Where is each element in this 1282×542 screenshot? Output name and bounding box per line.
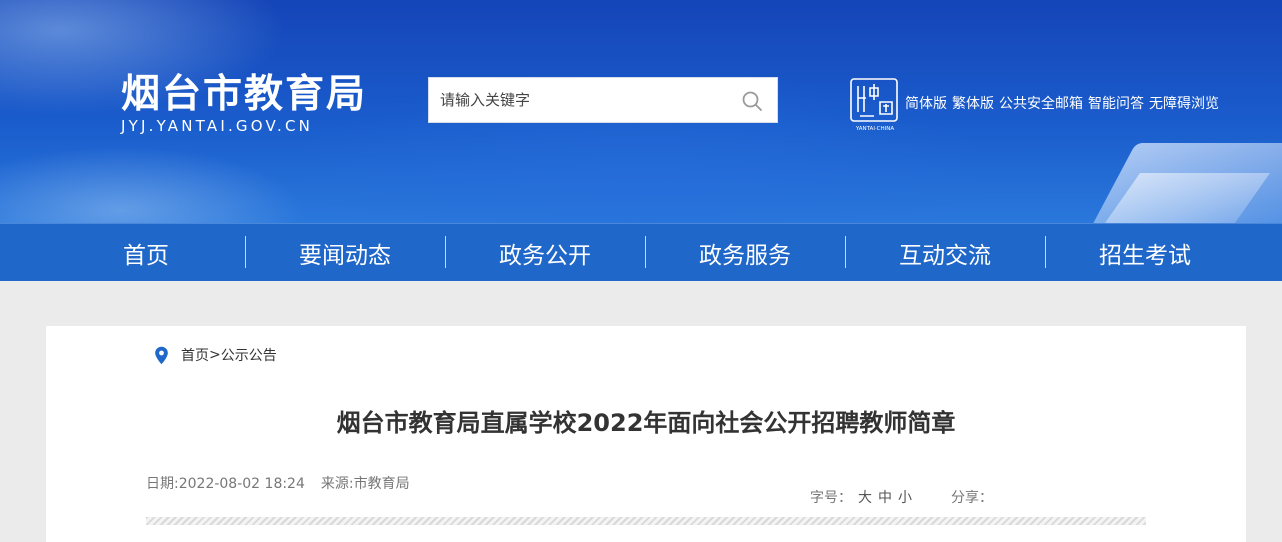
link-traditional[interactable]: 繁体版	[952, 93, 994, 113]
breadcrumb-current[interactable]: 公示公告	[221, 345, 277, 365]
nav-item-interaction[interactable]: 互动交流	[870, 224, 1020, 282]
site-domain: JYJ.YANTAI.GOV.CN	[121, 117, 314, 135]
article-title: 烟台市教育局直属学校2022年面向社会公开招聘教师简章	[336, 409, 956, 437]
link-simplified[interactable]: 简体版	[905, 93, 947, 113]
font-size-large[interactable]: 大	[858, 487, 872, 507]
date-label: 日期:	[146, 476, 179, 492]
main-nav: 首页 要闻动态 政务公开 政务服务 互动交流 招生考试	[0, 223, 1282, 281]
font-size-label: 字号：	[810, 490, 852, 506]
breadcrumb-separator: >	[209, 347, 221, 363]
nav-separator	[1045, 236, 1046, 268]
svg-text:YANTAI·CHINA: YANTAI·CHINA	[855, 126, 895, 132]
nav-item-government-affairs[interactable]: 政务公开	[470, 224, 620, 282]
article-source: 来源:市教育局	[321, 473, 410, 493]
search-icon[interactable]	[741, 90, 763, 112]
article-card: 首页 > 公示公告 烟台市教育局直属学校2022年面向社会公开招聘教师简章 日期…	[46, 326, 1246, 542]
nav-item-government-services[interactable]: 政务服务	[670, 224, 820, 282]
site-title[interactable]: 烟台市教育局	[121, 72, 367, 118]
article-meta: 日期:2022-08-02 18:24 来源:市教育局	[146, 473, 410, 493]
yantai-china-seal-icon: YANTAI·CHINA	[850, 78, 898, 132]
nav-item-home[interactable]: 首页	[96, 224, 196, 282]
nav-item-enrollment-exams[interactable]: 招生考试	[1070, 224, 1220, 282]
search-box	[428, 77, 778, 123]
article-date: 日期:2022-08-02 18:24	[146, 473, 305, 493]
article-divider	[146, 517, 1146, 525]
font-size-control: 字号： 大 中 小	[810, 487, 912, 507]
nav-separator	[245, 236, 246, 268]
date-value: 2022-08-02 18:24	[178, 476, 305, 492]
link-public-safety-mailbox[interactable]: 公共安全邮箱	[999, 93, 1083, 113]
breadcrumb-home[interactable]: 首页	[181, 345, 209, 365]
location-pin-icon	[155, 346, 168, 364]
font-size-medium[interactable]: 中	[878, 487, 892, 507]
search-input[interactable]	[429, 78, 729, 122]
top-links: 简体版 繁体版 公共安全邮箱 智能问答 无障碍浏览	[905, 93, 1219, 113]
nav-separator	[445, 236, 446, 268]
font-size-small[interactable]: 小	[898, 487, 912, 507]
share-label: 分享：	[951, 490, 993, 506]
header-banner: 烟台市教育局 JYJ.YANTAI.GOV.CN YANTAI·CHINA 简体…	[0, 0, 1282, 223]
nav-separator	[645, 236, 646, 268]
source-value: 市教育局	[353, 476, 410, 492]
source-label: 来源:	[320, 476, 354, 492]
link-accessibility[interactable]: 无障碍浏览	[1149, 93, 1219, 113]
nav-item-news[interactable]: 要闻动态	[270, 224, 420, 282]
breadcrumb: 首页 > 公示公告	[154, 345, 277, 365]
nav-separator	[845, 236, 846, 268]
link-smart-qa[interactable]: 智能问答	[1088, 93, 1144, 113]
